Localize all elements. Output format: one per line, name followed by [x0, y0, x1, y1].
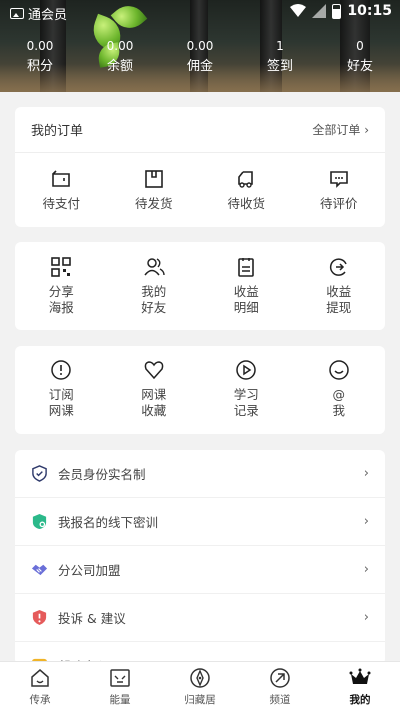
tool-earnings-withdraw[interactable]: 收益 提现 — [293, 256, 386, 316]
channel-icon — [270, 668, 290, 688]
warning-shield-icon — [32, 609, 47, 626]
settings-menu: 会员身份实名制 › 我报名的线下密训 › 分公司加盟 › 投诉 & 建议 › 帮… — [15, 450, 385, 665]
alert-icon — [51, 360, 71, 380]
menu-item-franchise[interactable]: 分公司加盟 › — [15, 546, 385, 594]
learn-subscribed-courses[interactable]: 订阅 网课 — [15, 359, 108, 419]
orders-card: 我的订单 全部订单 › 待支付 待发货 待收货 待评价 — [15, 107, 385, 227]
tools-card: 分享 海报 我的 好友 收益 明细 收益 提现 — [15, 242, 385, 330]
order-label: 待评价 — [319, 196, 358, 211]
stat-value: 0.00 — [26, 39, 54, 53]
learning-card: 订阅 网课 网课 收藏 学习 记录 @ 我 — [15, 346, 385, 434]
handshake-icon — [31, 564, 48, 576]
order-pending-review[interactable]: 待评价 — [293, 168, 386, 212]
stat-value: 0.00 — [106, 39, 134, 53]
menu-item-label: 投诉 & 建议 — [58, 611, 126, 626]
learn-mentions[interactable]: @ 我 — [293, 359, 386, 419]
tool-share-poster[interactable]: 分享 海报 — [15, 256, 108, 316]
badge-icon — [32, 513, 47, 530]
tool-earnings-detail[interactable]: 收益 明细 — [200, 256, 293, 316]
stat-label: 积分 — [26, 59, 53, 74]
order-pending-shipment[interactable]: 待发货 — [108, 168, 201, 212]
menu-item-complaints[interactable]: 投诉 & 建议 › — [15, 594, 385, 642]
nav-tab-energy[interactable]: 能量 — [80, 662, 160, 711]
stat-label: 签到 — [266, 59, 293, 74]
nav-label: 频道 — [269, 694, 291, 706]
chevron-right-icon: › — [363, 610, 369, 625]
chevron-right-icon: › — [363, 514, 369, 529]
order-label: 待支付 — [42, 196, 80, 211]
tool-label: 收益 明细 — [233, 284, 259, 315]
learn-label: 学习 记录 — [233, 387, 259, 418]
nav-label: 能量 — [109, 694, 131, 706]
box-icon — [144, 170, 163, 188]
stat-commission[interactable]: 0.00 佣金 — [160, 38, 240, 76]
truck-icon — [238, 171, 254, 188]
menu-item-label: 我报名的线下密训 — [58, 515, 159, 530]
stat-value: 0.00 — [186, 39, 214, 53]
smile-icon — [329, 360, 349, 380]
battery-icon — [332, 3, 342, 19]
qrcode-icon — [51, 257, 72, 277]
nav-tab-mine[interactable]: 我的 — [320, 662, 400, 711]
clipboard-icon — [238, 258, 255, 277]
learn-label: 网课 收藏 — [141, 387, 167, 418]
learn-course-favorites[interactable]: 网课 收藏 — [108, 359, 201, 419]
friends-icon — [144, 258, 165, 276]
order-label: 待收货 — [227, 196, 265, 211]
bottom-navigation: 传承 能量 归藏居 频道 我的 — [0, 661, 400, 711]
profile-header: 通会员 10:15 0.00 积分 0.00 余额 0.00 佣金 1 签到 0… — [0, 0, 400, 92]
all-orders-link[interactable]: 全部订单 › — [312, 121, 369, 138]
learn-study-history[interactable]: 学习 记录 — [200, 359, 293, 419]
image-notification-icon — [10, 8, 24, 19]
menu-item-offline-training[interactable]: 我报名的线下密训 › — [15, 498, 385, 546]
tool-label: 收益 提现 — [326, 284, 352, 315]
stat-friends[interactable]: 0 好友 — [320, 38, 400, 76]
wallet-icon — [52, 170, 71, 187]
learn-label: 订阅 网课 — [48, 387, 74, 418]
nav-label: 归藏居 — [184, 694, 216, 706]
nav-tab-collection[interactable]: 归藏居 — [160, 662, 240, 711]
menu-item-label: 分公司加盟 — [58, 563, 121, 578]
nav-label: 传承 — [29, 694, 51, 706]
withdraw-icon — [329, 258, 347, 276]
status-time: 10:15 — [347, 3, 392, 19]
energy-icon — [110, 669, 130, 687]
order-pending-receipt[interactable]: 待收货 — [200, 168, 293, 212]
menu-item-real-name[interactable]: 会员身份实名制 › — [15, 450, 385, 498]
comment-icon — [329, 171, 348, 188]
stat-label: 佣金 — [186, 59, 213, 74]
tool-label: 我的 好友 — [141, 284, 167, 315]
nav-tab-channel[interactable]: 频道 — [240, 662, 320, 711]
wifi-icon — [290, 4, 307, 17]
stat-value: 0 — [356, 39, 364, 53]
stat-checkin[interactable]: 1 签到 — [240, 38, 320, 76]
chevron-right-icon: › — [363, 562, 369, 577]
order-pending-payment[interactable]: 待支付 — [15, 168, 108, 212]
heart-icon — [144, 361, 164, 380]
stat-label: 好友 — [346, 59, 373, 74]
chevron-right-icon: › — [363, 466, 369, 481]
signal-icon — [312, 4, 327, 18]
tool-label: 分享 海报 — [48, 284, 74, 315]
orders-header: 我的订单 全部订单 › — [15, 107, 385, 153]
home-icon — [31, 669, 49, 687]
compass-icon — [190, 668, 210, 688]
stat-points[interactable]: 0.00 积分 — [0, 38, 80, 76]
status-carrier: 通会员 — [28, 8, 68, 23]
stat-label: 余额 — [106, 59, 133, 74]
stats-row: 0.00 积分 0.00 余额 0.00 佣金 1 签到 0 好友 — [0, 38, 400, 76]
crown-icon — [349, 668, 371, 684]
menu-item-label: 会员身份实名制 — [58, 467, 146, 482]
orders-title: 我的订单 — [31, 124, 84, 139]
tool-my-friends[interactable]: 我的 好友 — [108, 256, 201, 316]
nav-label: 我的 — [349, 694, 371, 706]
stat-value: 1 — [276, 39, 284, 53]
stat-balance[interactable]: 0.00 余额 — [80, 38, 160, 76]
learn-label: @ 我 — [332, 387, 345, 418]
order-label: 待发货 — [134, 196, 173, 211]
play-icon — [236, 360, 256, 380]
shield-check-icon — [32, 465, 47, 482]
status-bar: 通会员 10:15 — [0, 0, 400, 24]
nav-tab-heritage[interactable]: 传承 — [0, 662, 80, 711]
